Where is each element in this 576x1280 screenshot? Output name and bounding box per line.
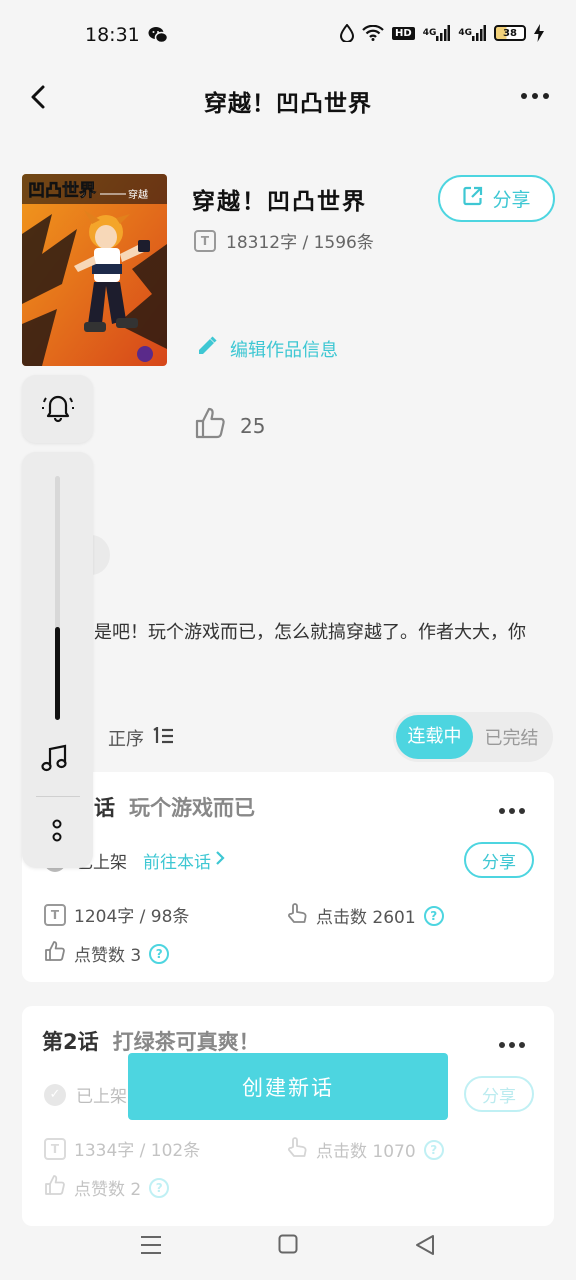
cover-logo-text: 凹凸世界 — [28, 181, 96, 201]
system-back-icon[interactable] — [414, 1234, 436, 1256]
charging-icon — [534, 24, 544, 42]
status-icons: HD 4G 4G 38 — [340, 24, 544, 42]
sort-ascending-icon — [152, 725, 174, 750]
more-settings-icon[interactable] — [50, 817, 64, 845]
chapter-click-stats: 点击数 2601 ? — [286, 902, 444, 929]
recent-apps-icon[interactable] — [140, 1234, 162, 1256]
signal-icon-2: 4G — [458, 25, 486, 41]
text-count-icon: T — [44, 1137, 66, 1160]
chapter-click-stats-text: 点击数 1070 — [316, 1142, 416, 1162]
home-icon[interactable] — [278, 1234, 298, 1254]
cover-side-text: 穿越 — [128, 188, 148, 201]
bell-icon — [40, 391, 76, 427]
network-label-2: 4G — [458, 28, 472, 38]
volume-slider-fill — [55, 627, 60, 720]
chapter-subtitle: 玩个游戏而已 — [129, 796, 255, 820]
tap-icon — [286, 1136, 308, 1163]
volume-slider[interactable] — [55, 476, 60, 720]
thumbs-up-icon — [44, 1174, 66, 1201]
published-label: 已上架 — [76, 1087, 127, 1107]
sort-order-toggle[interactable]: 正序 — [108, 725, 174, 751]
status-bar: 18:31 HD 4G 4G 38 — [0, 0, 576, 72]
text-count-icon: T — [194, 229, 216, 252]
chapter-word-stats-text: 1204字 / 98条 — [74, 907, 190, 927]
help-icon[interactable]: ? — [423, 905, 444, 926]
create-new-chapter-button[interactable]: 创建新话 — [128, 1053, 448, 1120]
status-time: 18:31 — [85, 24, 140, 46]
chapter-subtitle: 打绿茶可真爽！ — [112, 1030, 260, 1054]
serialization-status-toggle: 连载中 已完结 — [393, 712, 553, 762]
chevron-right-icon — [215, 850, 225, 871]
toggle-serializing[interactable]: 连载中 — [396, 715, 473, 759]
thumbs-up-icon — [44, 940, 66, 967]
sort-order-label: 正序 — [108, 729, 144, 750]
ringer-mode-button[interactable] — [22, 375, 93, 443]
word-stats-text: 18312字 / 1596条 — [226, 233, 374, 253]
chapter-card[interactable]: 话 玩个游戏而已 ✓ 已上架 前往本话 分享 T 1204字 / 98条 点击数… — [22, 772, 554, 982]
music-note-icon[interactable] — [40, 744, 70, 774]
signal-icon-1: 4G — [423, 25, 451, 41]
goto-chapter-link[interactable]: 前往本话 — [143, 848, 225, 873]
chapter-click-stats: 点击数 1070 ? — [286, 1136, 444, 1163]
chapter-publish-status: ✓ 已上架 — [44, 1082, 127, 1107]
work-title: 穿越！凹凸世界 — [192, 189, 367, 215]
chapter-word-stats-text: 1334字 / 102条 — [74, 1141, 201, 1161]
more-options-icon[interactable] — [520, 86, 550, 106]
chapter-like-stats-text: 点赞数 3 — [74, 946, 142, 966]
wifi-icon — [362, 25, 384, 41]
chapter-click-stats-text: 点击数 2601 — [316, 908, 416, 928]
water-drop-icon — [340, 24, 355, 42]
help-icon[interactable]: ? — [149, 943, 170, 964]
chapter-more-icon[interactable] — [498, 1036, 526, 1048]
share-label: 分享 — [492, 189, 531, 211]
check-circle-icon: ✓ — [44, 1083, 66, 1106]
chapter-word-stats: T 1334字 / 102条 — [44, 1136, 200, 1161]
system-nav-bar — [0, 1212, 576, 1280]
hd-badge: HD — [392, 26, 415, 40]
edit-work-info-link[interactable]: 编辑作品信息 — [196, 335, 338, 362]
tap-icon — [286, 902, 308, 929]
toggle-finished[interactable]: 已完结 — [473, 724, 550, 750]
chapter-more-icon[interactable] — [498, 802, 526, 814]
chapter-like-stats: 点赞数 3 ? — [44, 940, 170, 967]
likes-count-value: 25 — [240, 413, 266, 438]
help-icon[interactable]: ? — [423, 1139, 444, 1160]
cover-image[interactable]: 凹凸世界 穿越 — [22, 174, 167, 366]
volume-panel — [22, 452, 93, 868]
chapter-share-button[interactable]: 分享 — [464, 842, 534, 878]
edit-work-info-label: 编辑作品信息 — [230, 339, 338, 361]
network-label-1: 4G — [422, 28, 437, 38]
wechat-icon — [148, 26, 169, 44]
battery-icon: 38 — [494, 25, 526, 41]
chapter-title: 第2话 打绿茶可真爽！ — [42, 1026, 260, 1056]
share-button[interactable]: 分享 — [438, 175, 555, 222]
goto-chapter-label: 前往本话 — [143, 853, 211, 873]
chapter-number: 第2话 — [42, 1030, 99, 1054]
panel-divider — [36, 796, 80, 797]
chapter-word-stats: T 1204字 / 98条 — [44, 902, 189, 927]
chapter-like-stats: 点赞数 2 ? — [44, 1174, 170, 1201]
likes-count: 25 — [194, 406, 265, 445]
top-nav-bar: 穿越！凹凸世界 — [0, 72, 576, 126]
help-icon[interactable]: ? — [149, 1177, 170, 1198]
chapter-like-stats-text: 点赞数 2 — [74, 1180, 142, 1200]
share-icon — [462, 185, 484, 212]
page-title: 穿越！凹凸世界 — [204, 91, 372, 117]
thumbs-up-icon — [194, 406, 226, 445]
word-stats: T 18312字 / 1596条 — [194, 228, 374, 253]
text-count-icon: T — [44, 903, 66, 926]
pencil-icon — [196, 335, 218, 362]
chapter-share-button[interactable]: 分享 — [464, 1076, 534, 1112]
